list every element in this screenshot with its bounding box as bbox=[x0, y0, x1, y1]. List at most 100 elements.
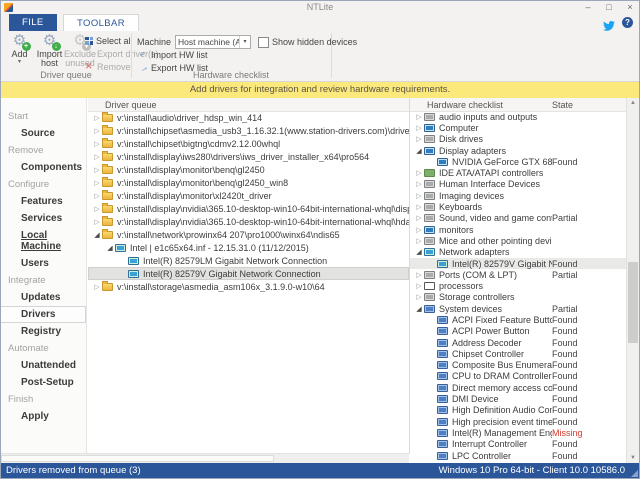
expand-toggle-icon[interactable]: ▷ bbox=[414, 124, 424, 132]
sidebar-item-source[interactable]: Source bbox=[1, 125, 86, 142]
driver-queue-item[interactable]: ▷v:\install\display\monitor\benq\gl2450 bbox=[88, 163, 409, 176]
scrollbar-thumb[interactable] bbox=[628, 262, 638, 342]
maximize-button[interactable]: □ bbox=[604, 1, 614, 13]
select-all-button[interactable]: Select all bbox=[85, 34, 131, 47]
sidebar-item-apply[interactable]: Apply bbox=[1, 408, 86, 425]
hardware-checklist-item[interactable]: CPU to DRAM ControllerFound bbox=[410, 371, 626, 382]
driver-queue-item[interactable]: Intel(R) 82579LM Gigabit Network Connect… bbox=[88, 254, 409, 267]
hardware-checklist-item[interactable]: ◢System devicesPartial bbox=[410, 303, 626, 314]
expand-toggle-icon[interactable]: ▷ bbox=[414, 192, 424, 200]
driver-queue-item[interactable]: ▷v:\install\storage\asmedia_asm106x_3.1.… bbox=[88, 280, 409, 293]
sidebar-item-components[interactable]: Components bbox=[1, 159, 86, 176]
expand-toggle-icon[interactable]: ▷ bbox=[92, 153, 102, 161]
hardware-checklist-item[interactable]: ▷Mice and other pointing devices bbox=[410, 235, 626, 246]
hardware-checklist-item[interactable]: Address DecoderFound bbox=[410, 337, 626, 348]
twitter-icon[interactable] bbox=[603, 18, 615, 28]
vertical-scrollbar[interactable]: ▲ ▼ bbox=[626, 98, 639, 463]
hardware-checklist-item[interactable]: NVIDIA GeForce GTX 680Found bbox=[410, 156, 626, 167]
hardware-checklist-item[interactable]: ◢Display adapters bbox=[410, 145, 626, 156]
expand-toggle-icon[interactable]: ▷ bbox=[92, 283, 102, 291]
expand-toggle-icon[interactable]: ▷ bbox=[414, 226, 424, 234]
expand-toggle-icon[interactable]: ▷ bbox=[92, 205, 102, 213]
hardware-checklist-item[interactable]: High precision event timerFound bbox=[410, 416, 626, 427]
driver-queue-item[interactable]: ▷v:\install\chipset\bigtng\cdmv2.12.00wh… bbox=[88, 137, 409, 150]
expand-toggle-icon[interactable]: ▷ bbox=[414, 214, 424, 222]
help-icon[interactable]: ? bbox=[622, 17, 633, 28]
minimize-button[interactable]: – bbox=[583, 1, 593, 13]
expand-toggle-icon[interactable]: ▷ bbox=[92, 114, 102, 122]
driver-queue-item[interactable]: ▷v:\install\display\monitor\xl2420t_driv… bbox=[88, 189, 409, 202]
machine-dropdown[interactable]: Host machine (ADMI ▾ bbox=[175, 35, 251, 49]
hardware-checklist-item[interactable]: ▷Imaging devices bbox=[410, 190, 626, 201]
expand-toggle-icon[interactable]: ◢ bbox=[414, 248, 424, 256]
tab-file[interactable]: FILE bbox=[9, 14, 57, 31]
expand-toggle-icon[interactable]: ▷ bbox=[92, 127, 102, 135]
hardware-checklist-item[interactable]: DMI DeviceFound bbox=[410, 393, 626, 404]
expand-toggle-icon[interactable]: ▷ bbox=[414, 180, 424, 188]
expand-toggle-icon[interactable]: ▷ bbox=[414, 282, 424, 290]
sidebar-item-drivers[interactable]: Drivers bbox=[1, 306, 86, 323]
hardware-checklist-item[interactable]: ▷processors bbox=[410, 280, 626, 291]
hardware-checklist-item[interactable]: ▷audio inputs and outputs bbox=[410, 111, 626, 122]
driver-queue-item[interactable]: Intel(R) 82579V Gigabit Network Connecti… bbox=[88, 267, 409, 280]
hardware-checklist-item[interactable]: ▷Sound, video and game controllersPartia… bbox=[410, 213, 626, 224]
scroll-down-icon[interactable]: ▼ bbox=[627, 453, 639, 463]
hardware-checklist-item[interactable]: ◢Network adapters bbox=[410, 247, 626, 258]
expand-toggle-icon[interactable]: ▷ bbox=[92, 166, 102, 174]
hardware-checklist-item[interactable]: Composite Bus EnumeratorFound bbox=[410, 360, 626, 371]
hardware-checklist-item[interactable]: ▷Storage controllers bbox=[410, 292, 626, 303]
driver-queue-item[interactable]: ▷v:\install\chipset\asmedia_usb3_1.16.32… bbox=[88, 124, 409, 137]
resize-grip[interactable] bbox=[631, 470, 638, 477]
driver-queue-item[interactable]: ◢Intel | e1c65x64.inf - 12.15.31.0 (11/1… bbox=[88, 241, 409, 254]
driver-queue-item[interactable]: ▷v:\install\display\nvidia\365.10-deskto… bbox=[88, 202, 409, 215]
hardware-checklist-item[interactable]: ACPI Fixed Feature ButtonFound bbox=[410, 314, 626, 325]
hardware-checklist-item[interactable]: ▷Disk drives bbox=[410, 134, 626, 145]
driver-queue-item[interactable]: ▷v:\install\display\iws280\drivers\iws_d… bbox=[88, 150, 409, 163]
hardware-checklist-item[interactable]: ▷Ports (COM & LPT)Partial bbox=[410, 269, 626, 280]
import-hw-list-button[interactable]: → Import HW list bbox=[139, 48, 208, 61]
sidebar-item-updates[interactable]: Updates bbox=[1, 289, 86, 306]
expand-toggle-icon[interactable]: ◢ bbox=[105, 244, 115, 252]
state-column-header[interactable]: State bbox=[552, 100, 610, 110]
hardware-checklist-item[interactable]: ▷Human Interface Devices bbox=[410, 179, 626, 190]
sidebar-item-local-machine[interactable]: Local Machine bbox=[1, 227, 86, 255]
close-button[interactable]: × bbox=[625, 1, 635, 13]
hardware-checklist-item[interactable]: ▷monitors bbox=[410, 224, 626, 235]
horizontal-scrollbar[interactable] bbox=[1, 453, 409, 463]
expand-toggle-icon[interactable]: ◢ bbox=[414, 305, 424, 313]
hardware-checklist-item[interactable]: Direct memory access controllerFound bbox=[410, 382, 626, 393]
hardware-checklist-item[interactable]: LPC ControllerFound bbox=[410, 450, 626, 461]
sidebar-item-registry[interactable]: Registry bbox=[1, 323, 86, 340]
sidebar-item-features[interactable]: Features bbox=[1, 193, 86, 210]
scroll-up-icon[interactable]: ▲ bbox=[627, 98, 639, 108]
driver-queue-item[interactable]: ▷v:\install\audio\driver_hdsp_win_414 bbox=[88, 111, 409, 124]
hardware-checklist-item[interactable]: Intel(R) 82579V Gigabit Network Connecti… bbox=[410, 258, 626, 269]
expand-toggle-icon[interactable]: ▷ bbox=[414, 203, 424, 211]
expand-toggle-icon[interactable]: ▷ bbox=[414, 113, 424, 121]
hardware-checklist-item[interactable]: ▷IDE ATA/ATAPI controllers bbox=[410, 167, 626, 178]
expand-toggle-icon[interactable]: ◢ bbox=[414, 147, 424, 155]
sidebar-item-unattended[interactable]: Unattended bbox=[1, 357, 86, 374]
show-hidden-devices-checkbox[interactable]: Show hidden devices bbox=[258, 37, 357, 48]
hardware-checklist-item[interactable]: ▷Computer bbox=[410, 122, 626, 133]
scrollbar-thumb[interactable] bbox=[1, 455, 274, 462]
expand-toggle-icon[interactable]: ▷ bbox=[414, 135, 424, 143]
driver-queue-column-header[interactable]: Driver queue bbox=[88, 100, 409, 110]
hardware-checklist-item[interactable]: ACPI Power ButtonFound bbox=[410, 326, 626, 337]
driver-queue-item[interactable]: ◢v:\install\network\prowinx64 207\pro100… bbox=[88, 228, 409, 241]
expand-toggle-icon[interactable]: ▷ bbox=[92, 192, 102, 200]
expand-toggle-icon[interactable]: ▷ bbox=[92, 179, 102, 187]
expand-toggle-icon[interactable]: ▷ bbox=[414, 169, 424, 177]
hardware-checklist-item[interactable]: Chipset ControllerFound bbox=[410, 348, 626, 359]
expand-toggle-icon[interactable]: ▷ bbox=[414, 271, 424, 279]
hardware-checklist-item[interactable]: Intel(R) Management Engine InterfaceMiss… bbox=[410, 427, 626, 438]
expand-toggle-icon[interactable]: ▷ bbox=[414, 237, 424, 245]
expand-toggle-icon[interactable]: ▷ bbox=[92, 140, 102, 148]
driver-queue-item[interactable]: ▷v:\install\display\nvidia\365.10-deskto… bbox=[88, 215, 409, 228]
tab-toolbar[interactable]: TOOLBAR bbox=[63, 14, 139, 32]
hardware-checklist-item[interactable]: High Definition Audio ControllerFound bbox=[410, 405, 626, 416]
driver-queue-item[interactable]: ▷v:\install\display\monitor\benq\gl2450_… bbox=[88, 176, 409, 189]
hardware-checklist-column-header[interactable]: Hardware checklist bbox=[410, 100, 552, 110]
hardware-checklist-item[interactable]: ▷Keyboards bbox=[410, 201, 626, 212]
sidebar-item-services[interactable]: Services bbox=[1, 210, 86, 227]
